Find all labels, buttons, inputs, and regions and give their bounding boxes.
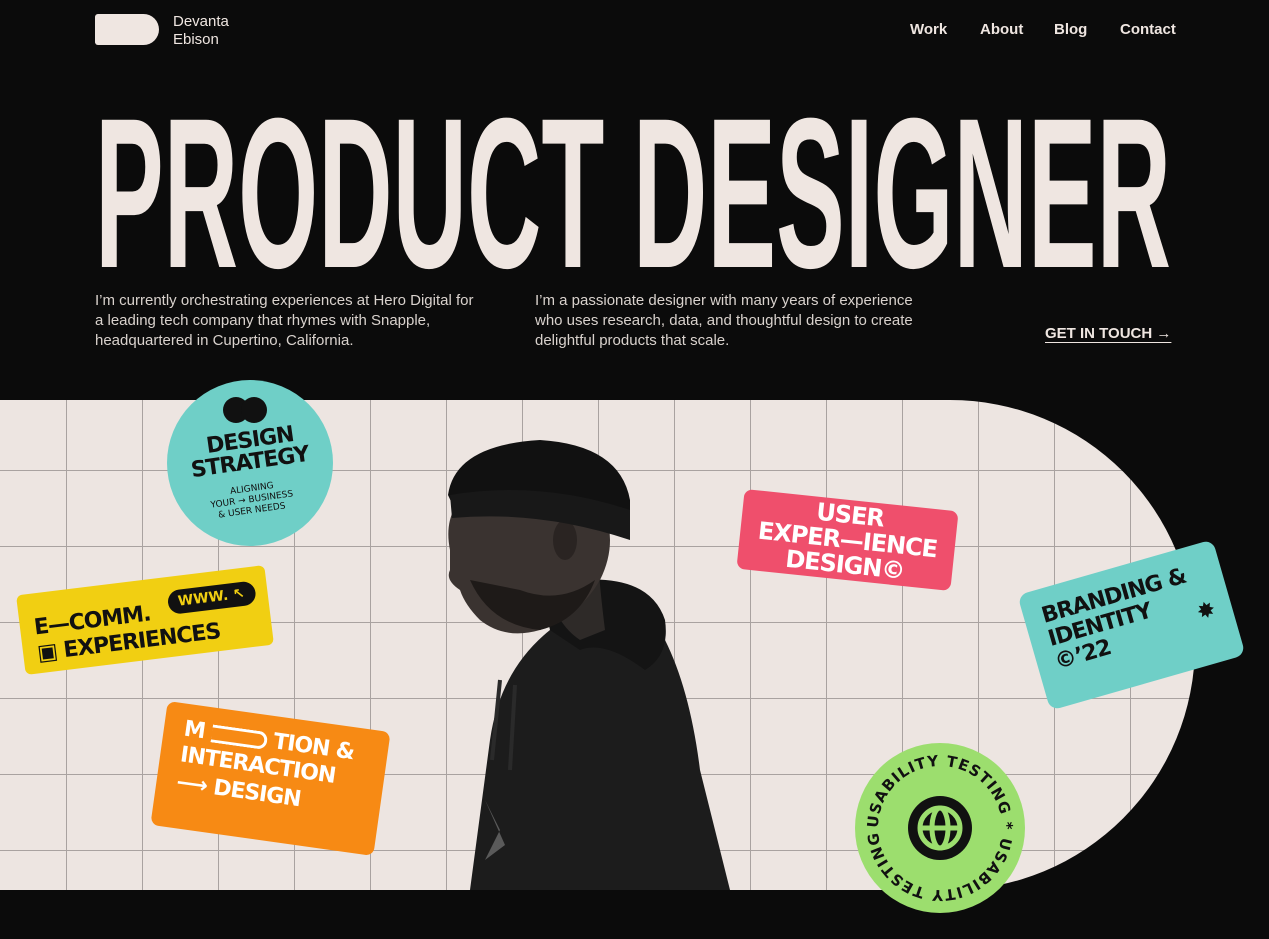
logo-name-line2: Ebison bbox=[173, 31, 219, 48]
hero-title: PRODUCT DESIGNER bbox=[95, 95, 1175, 285]
nav-blog-link[interactable]: Blog bbox=[1054, 21, 1087, 38]
cursor-click-icon: ↖ bbox=[232, 585, 246, 604]
usability-testing-sticker: USABILITY TESTING * USABILITY TESTING * bbox=[855, 743, 1025, 913]
nav-work-link[interactable]: Work bbox=[910, 21, 947, 38]
hero-title-text: PRODUCT DESIGNER bbox=[95, 95, 1171, 285]
design-strategy-sticker: DESIGN STRATEGY ALIGNING YOUR → BUSINESS… bbox=[167, 380, 333, 546]
starburst-icon: ✸ bbox=[1194, 596, 1219, 626]
logo-mark[interactable] bbox=[95, 14, 159, 45]
logo-name-line1: Devanta bbox=[173, 13, 229, 30]
chat-bubble-icon: ▣ bbox=[35, 639, 59, 667]
portrait-photo bbox=[448, 440, 730, 890]
globe-icon bbox=[908, 796, 972, 860]
motion-line1-m: M bbox=[182, 716, 207, 745]
venn-rings-icon bbox=[223, 397, 267, 423]
logo-name[interactable]: Devanta Ebison bbox=[173, 13, 229, 49]
site-header: Devanta Ebison Work About Blog Contact bbox=[0, 0, 1269, 70]
www-cursor-pill: WWW. ↖ bbox=[166, 580, 257, 615]
nav-about-link[interactable]: About bbox=[980, 21, 1023, 38]
intro-right-text: I’m a passionate designer with many year… bbox=[535, 292, 913, 349]
ecomm-pill-text: WWW. bbox=[177, 587, 230, 610]
get-in-touch-link[interactable]: GET IN TOUCH → bbox=[1045, 325, 1171, 342]
motion-lines-icon bbox=[210, 724, 268, 751]
nav-contact-link[interactable]: Contact bbox=[1120, 21, 1176, 38]
arrow-right-icon: ⟶ bbox=[174, 770, 209, 800]
intro-left-text: I’m currently orchestrating experiences … bbox=[95, 292, 474, 349]
